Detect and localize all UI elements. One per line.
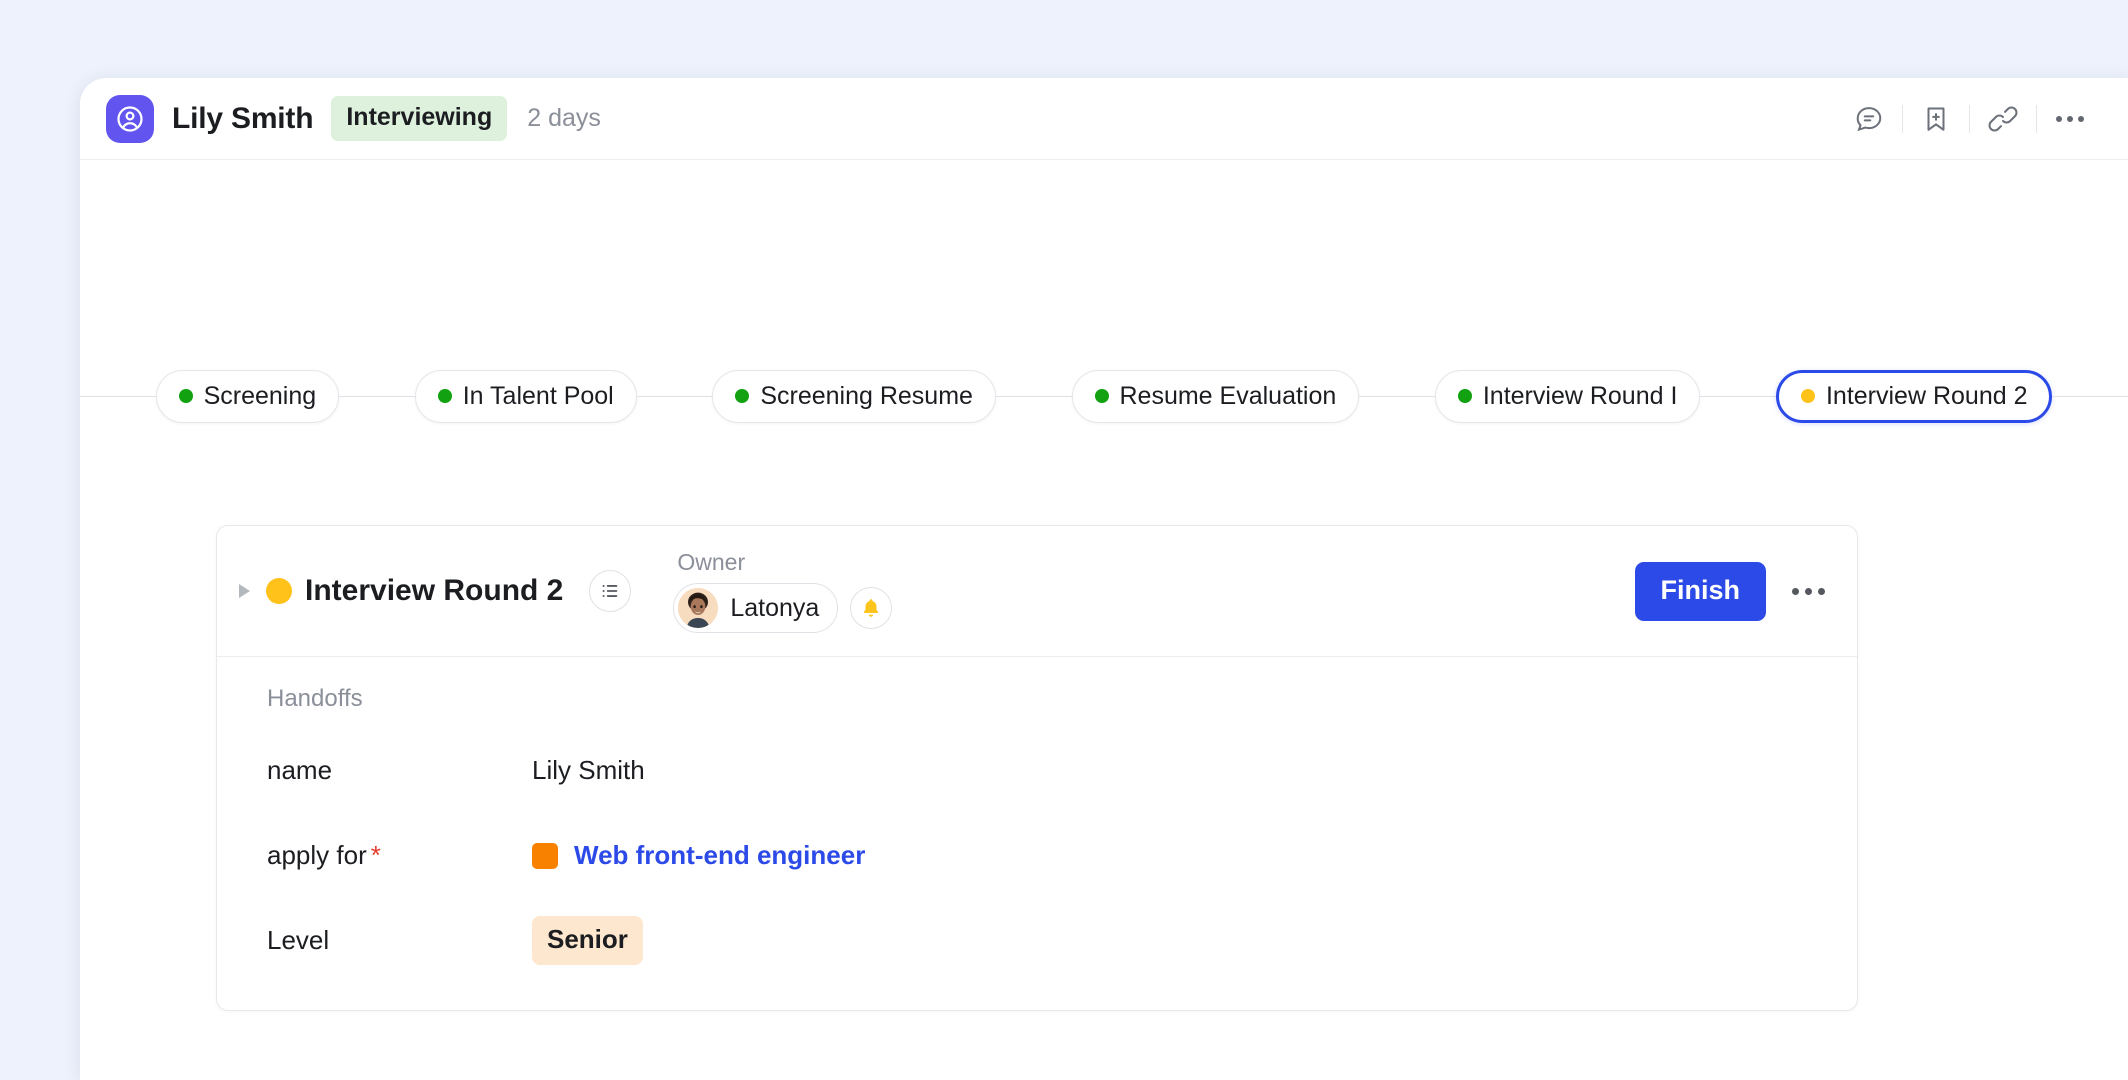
stage-status-dot bbox=[437, 389, 452, 403]
stage-status-dot bbox=[735, 389, 750, 403]
handoffs-section-label: Handoffs bbox=[267, 685, 363, 712]
divider bbox=[1902, 104, 1903, 133]
stage-label: Screening bbox=[203, 381, 317, 410]
stage-label: Interview Round I bbox=[1482, 381, 1678, 410]
field-value: Web front-end engineer bbox=[532, 840, 865, 871]
card-header: Interview Round 2 Owner Latonya Finish bbox=[217, 526, 1857, 657]
pipeline-connector bbox=[995, 395, 1072, 397]
pipeline-stage-screening[interactable]: Screening bbox=[155, 369, 340, 423]
field-value: Senior bbox=[532, 916, 643, 965]
field-label-text: Level bbox=[267, 925, 330, 955]
expand-collapse-caret-icon[interactable] bbox=[239, 584, 250, 598]
stage-label: In Talent Pool bbox=[462, 381, 614, 410]
field-label-text: name bbox=[267, 755, 333, 785]
owner-field: Owner Latonya bbox=[673, 549, 893, 633]
apply-for-link[interactable]: Web front-end engineer bbox=[574, 840, 865, 871]
pipeline-connector bbox=[80, 395, 156, 397]
card-body: Handoffs name Lily Smith apply for * Web … bbox=[217, 657, 1857, 1010]
pipeline-stage-screening-resume[interactable]: Screening Resume bbox=[712, 369, 996, 423]
card-title: Interview Round 2 bbox=[305, 574, 564, 607]
avatar bbox=[678, 588, 719, 628]
stage-label: Interview Round 2 bbox=[1825, 381, 2028, 410]
stage-label: Resume Evaluation bbox=[1119, 381, 1337, 410]
field-row-name: name Lily Smith bbox=[267, 741, 1825, 800]
owner-label: Owner bbox=[677, 549, 746, 575]
status-badge: Interviewing bbox=[331, 96, 508, 141]
divider bbox=[2036, 104, 2037, 133]
field-label-text: apply for bbox=[267, 840, 367, 870]
pipeline-connector bbox=[1700, 395, 1776, 397]
pipeline-connector bbox=[339, 395, 415, 397]
pipeline-stage-interview-round-2[interactable]: Interview Round 2 bbox=[1775, 369, 2053, 423]
finish-button[interactable]: Finish bbox=[1634, 561, 1766, 621]
pipeline-connector bbox=[636, 395, 713, 397]
divider bbox=[1969, 104, 1970, 133]
pipeline-connector bbox=[1359, 395, 1435, 397]
bookmark-add-icon[interactable] bbox=[1914, 97, 1958, 141]
owner-chip[interactable]: Latonya bbox=[673, 583, 839, 633]
stage-status-dot bbox=[1094, 389, 1109, 403]
pipeline-stage-resume-evaluation[interactable]: Resume Evaluation bbox=[1071, 369, 1360, 423]
stage-status-dot bbox=[178, 389, 193, 403]
level-tag: Senior bbox=[532, 916, 643, 965]
duration-text: 2 days bbox=[527, 104, 601, 132]
field-label: apply for * bbox=[267, 840, 532, 871]
stage-detail-card: Interview Round 2 Owner Latonya Finish H… bbox=[216, 525, 1858, 1011]
job-color-swatch-icon bbox=[532, 842, 558, 869]
more-icon[interactable] bbox=[2048, 97, 2092, 141]
field-label: name bbox=[267, 755, 532, 786]
user-circle-icon bbox=[106, 94, 154, 143]
more-icon[interactable] bbox=[1792, 587, 1825, 595]
link-icon[interactable] bbox=[1981, 97, 2025, 141]
page-title: Lily Smith bbox=[172, 101, 314, 135]
stage-label: Screening Resume bbox=[760, 381, 973, 410]
header-bar: Lily Smith Interviewing 2 days bbox=[80, 78, 2128, 160]
required-asterisk: * bbox=[370, 840, 381, 870]
bell-icon[interactable] bbox=[850, 587, 893, 629]
pipeline-stage-interview-round-1[interactable]: Interview Round I bbox=[1434, 369, 1701, 423]
field-label: Level bbox=[267, 925, 532, 956]
field-value-text: Lily Smith bbox=[532, 755, 645, 785]
pipeline-connector bbox=[2052, 395, 2128, 397]
comment-icon[interactable] bbox=[1847, 97, 1891, 141]
card-header-actions: Finish bbox=[1634, 561, 1825, 621]
stage-status-dot bbox=[1800, 389, 1815, 403]
pipeline-stage-in-talent-pool[interactable]: In Talent Pool bbox=[414, 369, 637, 423]
field-value: Lily Smith bbox=[532, 755, 645, 786]
list-icon[interactable] bbox=[589, 570, 632, 612]
card-status-dot bbox=[266, 578, 292, 604]
owner-name: Latonya bbox=[730, 593, 820, 622]
field-row-level: Level Senior bbox=[267, 911, 1825, 970]
app-panel: Lily Smith Interviewing 2 days Screening… bbox=[80, 78, 2128, 1080]
stage-status-dot bbox=[1457, 389, 1472, 403]
field-row-apply-for: apply for * Web front-end engineer bbox=[267, 826, 1825, 885]
header-actions bbox=[1847, 97, 2092, 141]
